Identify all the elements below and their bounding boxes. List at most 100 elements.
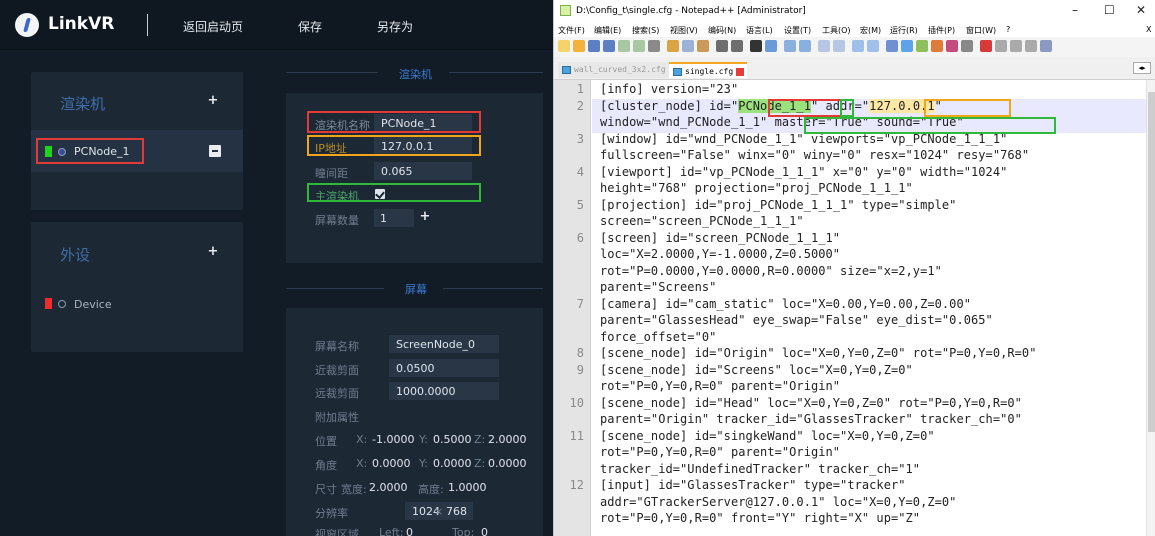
resolution-separator: × [434,505,444,518]
maximize-button[interactable]: ☐ [1104,3,1115,17]
menu-macro[interactable]: 宏(M) [860,25,881,36]
open-file-icon[interactable] [573,40,585,52]
tab-scroll-arrows[interactable]: ◂▸ [1133,62,1151,74]
close-file-icon[interactable] [618,40,630,52]
new-file-icon[interactable] [558,40,570,52]
close-all-icon[interactable] [633,40,645,52]
rot-x-value[interactable]: 0.0000 [372,457,411,470]
device-name: Device [74,298,112,311]
eye-icon[interactable] [961,40,973,52]
line-number: 12 [569,478,584,492]
line-number: 7 [576,296,584,311]
save-all-icon[interactable] [603,40,615,52]
menu-run[interactable]: 运行(R) [890,25,918,36]
menu-tools[interactable]: 工具(O) [822,25,851,36]
rot-y-value[interactable]: 0.0000 [433,457,472,470]
undo-icon[interactable] [716,40,728,52]
function-list-icon[interactable] [916,40,928,52]
find-icon[interactable] [750,40,762,52]
far-clip-label: 远裁剪面 [315,387,359,400]
tab-close-icon[interactable] [736,67,745,76]
menu-window[interactable]: 窗口(W) [966,25,996,36]
pos-x-value[interactable]: -1.0000 [372,433,414,446]
paste-icon[interactable] [697,40,709,52]
menu-help[interactable]: ? [1006,25,1010,34]
monitoring-icon[interactable] [946,40,958,52]
code-line: [camera] id="cam_static" loc="X=0.00,Y=0… [600,296,972,311]
print-icon[interactable] [648,40,660,52]
resolution-label: 分辨率 [315,507,348,520]
annotation-box-red [36,138,144,164]
line-number: 1 [576,82,584,96]
pos-x-key: X: [356,433,368,446]
linkvr-app: LinkVR 返回启动页 保存 另存为 渲染机 + PCNode_1 外设 + … [0,0,553,536]
back-to-launcher-button[interactable]: 返回启动页 [183,18,243,35]
sync-v-icon[interactable] [818,40,830,52]
line-number-gutter: 1 2 3 4 5 6 7 8 9 10 11 12 [554,80,591,536]
stop-macro-icon[interactable] [995,40,1007,52]
menu-edit[interactable]: 编辑(E) [594,25,621,36]
sync-h-icon[interactable] [833,40,845,52]
line-number: 8 [576,346,584,360]
menu-language[interactable]: 语言(L) [746,25,773,36]
tab-wall-curved[interactable]: wall_curved_3x2.cfg [558,62,680,78]
size-height-key: 高度: [418,483,444,496]
code-line: parent="Screens" [600,280,717,294]
pos-y-value[interactable]: 0.5000 [433,433,472,446]
code-line: [viewport] id="vp_PCNode_1_1_1" x="0" y=… [600,164,1008,179]
device-radio-icon[interactable] [58,300,66,308]
close-button[interactable]: ✕ [1136,3,1146,17]
remove-node-button[interactable] [209,145,221,157]
save-macro-icon[interactable] [1040,40,1052,52]
add-renderer-button[interactable]: + [207,94,219,107]
copy-icon[interactable] [682,40,694,52]
save-button[interactable]: 保存 [298,18,322,35]
pos-y-key: Y: [419,433,428,446]
minimize-button[interactable]: – [1072,3,1078,17]
viewport-left-value[interactable]: 0 [406,526,413,536]
editor-area[interactable]: 1 2 3 4 5 6 7 8 9 10 11 12 [info] version="23" [clus… [554,80,1155,536]
rot-z-value[interactable]: 0.0000 [488,457,527,470]
redo-icon[interactable] [731,40,743,52]
folder-workspace-icon[interactable] [931,40,943,52]
show-all-chars-icon[interactable] [867,40,879,52]
viewport-top-key: Top: [452,526,475,536]
vertical-scrollbar[interactable] [1146,80,1155,536]
scrollbar-thumb[interactable] [1148,92,1155,432]
menu-settings[interactable]: 设置(T) [784,25,811,36]
play-macro-icon[interactable] [1010,40,1022,52]
size-label: 尺寸 [315,483,337,496]
word-wrap-icon[interactable] [852,40,864,52]
size-width-value[interactable]: 2.0000 [369,481,408,494]
screen-section-title: 屏幕 [405,283,427,296]
menu-file[interactable]: 文件(F) [558,25,585,36]
size-height-value[interactable]: 1.0000 [448,481,487,494]
menu-encoding[interactable]: 编码(N) [708,25,736,36]
extra-attr-label: 附加属性 [315,411,359,424]
cut-icon[interactable] [667,40,679,52]
viewport-top-value[interactable]: 0 [481,526,488,536]
indent-guide-icon[interactable] [886,40,898,52]
menu-view[interactable]: 视图(V) [670,25,698,36]
screen-count-value: 1 [380,212,387,225]
add-screen-button[interactable]: + [419,210,431,223]
save-as-button[interactable]: 另存为 [377,18,413,35]
code-line: fullscreen="False" winx="0" winy="0" res… [600,148,1030,162]
run-macro-multiple-icon[interactable] [1025,40,1037,52]
replace-icon[interactable] [765,40,777,52]
near-clip-label: 近裁剪面 [315,364,359,377]
line-number: 3 [576,131,584,146]
menu-search[interactable]: 搜索(S) [632,25,659,36]
record-macro-icon[interactable] [980,40,992,52]
zoom-in-icon[interactable] [784,40,796,52]
annotation-box-green [307,183,481,202]
menu-close-doc[interactable]: X [1146,25,1151,34]
menu-plugins[interactable]: 插件(P) [928,25,955,36]
zoom-out-icon[interactable] [799,40,811,52]
code-line: [screen] id="screen_PCNode_1_1_1" [600,230,841,245]
pos-z-value[interactable]: 2.0000 [488,433,527,446]
save-icon[interactable] [588,40,600,52]
doc-map-icon[interactable] [901,40,913,52]
add-device-button[interactable]: + [207,245,219,258]
tab-single-cfg[interactable]: single.cfg [669,62,748,78]
